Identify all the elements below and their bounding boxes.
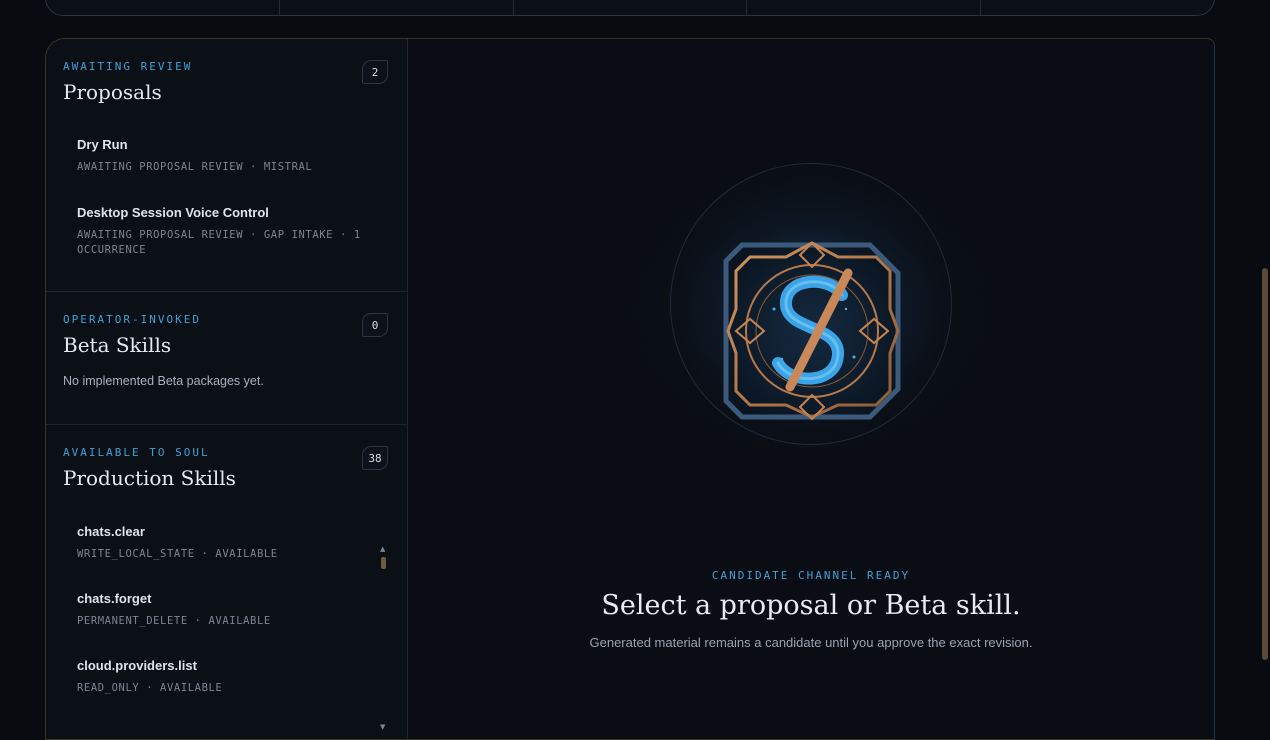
- proposal-item[interactable]: Dry Run AWAITING PROPOSAL REVIEW · MISTR…: [77, 137, 377, 175]
- beta-count-badge: 0: [362, 313, 388, 337]
- production-skills-section: AVAILABLE TO SOUL Production Skills 38 c…: [46, 425, 407, 739]
- page-scrollbar-thumb[interactable]: [1262, 268, 1268, 660]
- proposals-eyebrow: AWAITING REVIEW: [63, 60, 193, 73]
- candidate-subtitle: Generated material remains a candidate u…: [589, 635, 1033, 650]
- proposal-item-title: Dry Run: [77, 137, 128, 152]
- strip-cell: [46, 0, 280, 15]
- previous-panel-strip: [45, 0, 1215, 16]
- skill-item-meta: WRITE_LOCAL_STATE · AVAILABLE: [77, 548, 278, 560]
- skill-item-title: chats.forget: [77, 591, 152, 606]
- skill-sigil-icon: [723, 241, 901, 421]
- skill-item-meta: PERMANENT_DELETE · AVAILABLE: [77, 615, 271, 627]
- skills-panel: AWAITING REVIEW Proposals 2 Dry Run AWAI…: [45, 38, 1215, 740]
- production-skill-item[interactable]: chats.clear WRITE_LOCAL_STATE · AVAILABL…: [77, 524, 377, 562]
- candidate-title: Select a proposal or Beta skill.: [601, 590, 1021, 621]
- triangle-down-icon[interactable]: ▼: [380, 723, 385, 731]
- production-title: Production Skills: [63, 466, 236, 490]
- skill-item-meta: READ_ONLY · AVAILABLE: [77, 682, 223, 694]
- beta-title: Beta Skills: [63, 333, 172, 357]
- proposal-item-title: Desktop Session Voice Control: [77, 205, 269, 220]
- proposals-title: Proposals: [63, 80, 162, 104]
- skill-item-title: cloud.providers.list: [77, 658, 197, 673]
- proposal-item[interactable]: Desktop Session Voice Control AWAITING P…: [77, 205, 367, 258]
- scroll-thumb[interactable]: [381, 557, 386, 569]
- production-list-scrollbar[interactable]: ▲ ▼: [380, 545, 388, 731]
- proposals-section: AWAITING REVIEW Proposals 2 Dry Run AWAI…: [46, 39, 407, 292]
- production-count-badge: 38: [362, 446, 388, 470]
- beta-eyebrow: OPERATOR-INVOKED: [63, 313, 201, 326]
- proposal-item-meta: AWAITING PROPOSAL REVIEW · GAP INTAKE · …: [77, 229, 361, 256]
- production-skill-item[interactable]: cloud.providers.list READ_ONLY · AVAILAB…: [77, 658, 377, 696]
- proposal-item-meta: AWAITING PROPOSAL REVIEW · MISTRAL: [77, 161, 313, 173]
- production-eyebrow: AVAILABLE TO SOUL: [63, 446, 210, 459]
- beta-empty-message: No implemented Beta packages yet.: [63, 374, 264, 388]
- production-skill-item[interactable]: chats.forget PERMANENT_DELETE · AVAILABL…: [77, 591, 377, 629]
- skills-sidebar: AWAITING REVIEW Proposals 2 Dry Run AWAI…: [46, 39, 408, 739]
- strip-cell: [280, 0, 514, 15]
- skill-item-title: chats.clear: [77, 524, 145, 539]
- candidate-eyebrow: CANDIDATE CHANNEL READY: [711, 569, 911, 582]
- strip-cell: [514, 0, 748, 15]
- triangle-up-icon[interactable]: ▲: [380, 545, 385, 553]
- strip-cell: [981, 0, 1214, 15]
- candidate-main-area: CANDIDATE CHANNEL READY Select a proposa…: [408, 39, 1214, 739]
- beta-skills-section: OPERATOR-INVOKED Beta Skills 0 No implem…: [46, 292, 407, 425]
- proposals-count-badge: 2: [362, 60, 388, 84]
- strip-cell: [747, 0, 982, 15]
